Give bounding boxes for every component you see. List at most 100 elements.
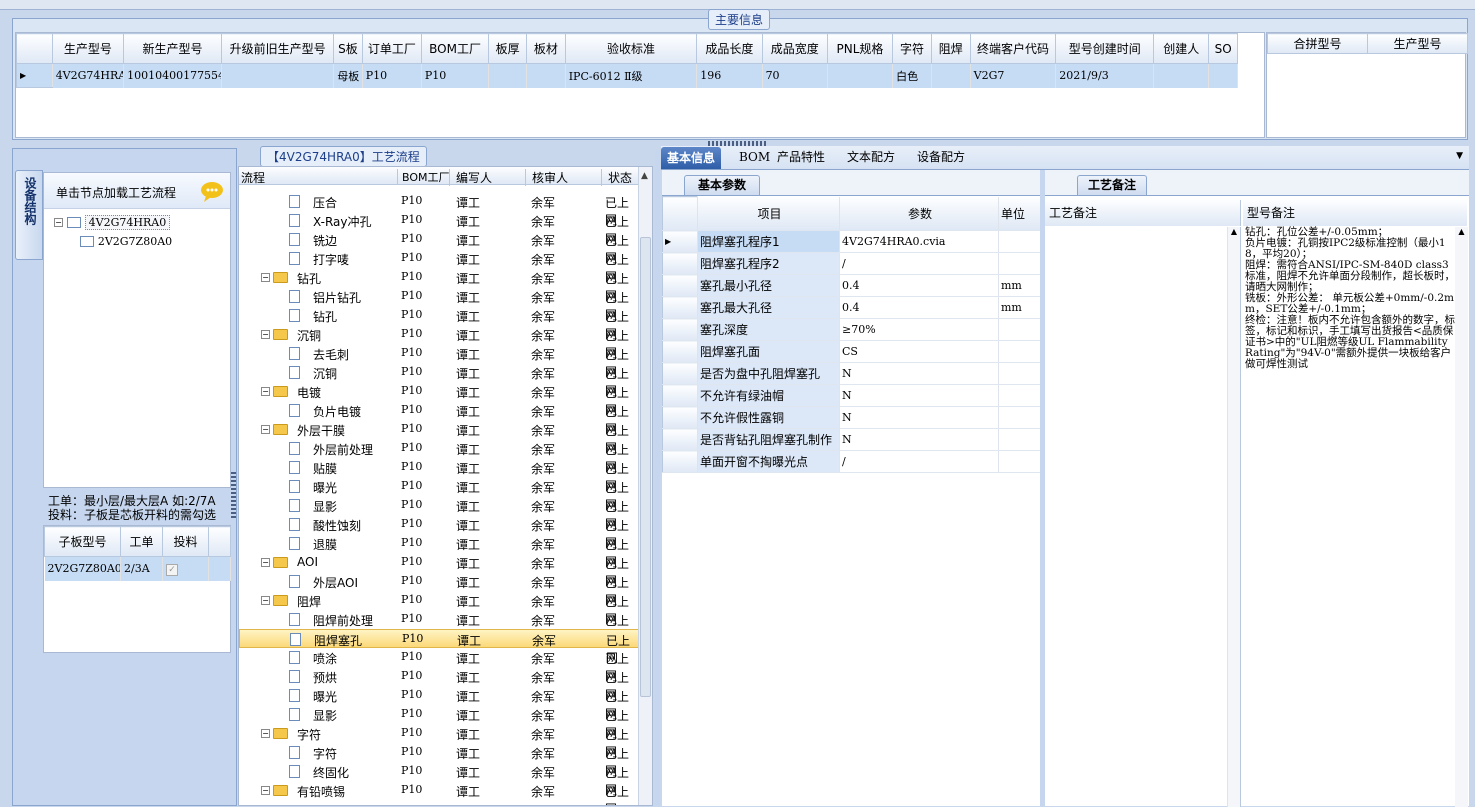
flow-step-row[interactable]: 显影 P10 谭工 余军 已上网: [239, 705, 639, 740]
param-unit-cell[interactable]: [998, 406, 1041, 429]
param-row[interactable]: 不允许有绿油帽 N: [662, 384, 1041, 407]
merge-model-header[interactable]: 合拼型号: [1267, 33, 1368, 54]
feed-header[interactable]: 投料: [162, 526, 209, 557]
flow-step-row[interactable]: 打字唛 P10 谭工 余军 已上网: [239, 249, 639, 284]
flow-step-row[interactable]: 压合 P10 谭工 余军 已上网: [239, 192, 639, 227]
param-row-indicator[interactable]: [662, 340, 698, 363]
collapse-icon[interactable]: −: [261, 558, 270, 567]
flow-scrollbar[interactable]: ▲: [638, 167, 652, 805]
param-row-indicator[interactable]: [662, 252, 698, 275]
bom-col-header[interactable]: BOM工厂: [397, 169, 450, 185]
collapse-icon[interactable]: −: [261, 729, 270, 738]
param-unit-cell[interactable]: [998, 318, 1041, 341]
main-cell[interactable]: [827, 63, 894, 88]
param-unit-cell[interactable]: [998, 384, 1041, 407]
merge-model-grid[interactable]: 合拼型号 生产型号: [1266, 32, 1468, 138]
param-row-indicator[interactable]: [662, 428, 698, 451]
scroll-up-icon[interactable]: ▲: [641, 171, 648, 181]
main-col-header[interactable]: 板厚: [488, 33, 527, 64]
param-row[interactable]: 不允许假性露铜 N: [662, 406, 1041, 429]
tree-child-node[interactable]: 2V2G7Z80A0: [80, 234, 172, 248]
flow-step-row[interactable]: 铣边 P10 谭工 余军 已上网: [239, 230, 639, 265]
main-col-header[interactable]: 字符: [892, 33, 932, 64]
main-cell[interactable]: [1153, 63, 1210, 88]
main-cell[interactable]: [1208, 63, 1238, 88]
param-value-cell[interactable]: CS: [839, 340, 999, 363]
param-value-cell[interactable]: ≥70%: [839, 318, 999, 341]
main-col-header[interactable]: 阻焊: [930, 33, 971, 64]
flow-group-row[interactable]: − 沉铜 P10 谭工 余军 已上网: [239, 325, 639, 360]
collapse-icon[interactable]: −: [261, 387, 270, 396]
param-col-header[interactable]: 参数: [839, 196, 999, 231]
param-item-cell[interactable]: 阻焊塞孔程序2: [697, 252, 840, 275]
main-cell[interactable]: [526, 63, 566, 88]
param-unit-cell[interactable]: mm: [998, 274, 1041, 297]
param-unit-cell[interactable]: [998, 340, 1041, 363]
flow-step-row[interactable]: 曝光 P10 谭工 余军 已上网: [239, 477, 639, 512]
flow-group-row[interactable]: − 外层干膜 P10 谭工 余军 已上网: [239, 420, 639, 455]
tab-basic-info[interactable]: 基本信息: [661, 147, 722, 169]
notes-grid[interactable]: 工艺备注 型号备注 ▲ 钻孔：孔位公差+/-0.05mm； 负片电镀：孔铜按IP…: [1045, 195, 1469, 807]
main-cell[interactable]: 196: [696, 63, 763, 88]
flow-tree-grid[interactable]: 流程 BOM工厂 编写人 核审人 状态 压合 P10 谭工 余军 已上网 X-Ray冲孔 P…: [238, 166, 653, 806]
param-row-indicator[interactable]: [662, 384, 698, 407]
main-cell[interactable]: 70: [762, 63, 828, 88]
main-cell[interactable]: [221, 63, 335, 88]
checker-col-header[interactable]: 核审人: [525, 169, 568, 186]
feed-checkbox[interactable]: ✓: [162, 556, 209, 581]
status-col-header[interactable]: 状态: [601, 169, 632, 186]
sub-board-model-cell[interactable]: 2V2G7Z80A0: [44, 556, 121, 581]
main-col-header[interactable]: 板材: [525, 33, 566, 64]
param-value-cell[interactable]: 0.4: [839, 274, 999, 297]
param-row[interactable]: 是否背钻孔阻焊塞孔制作 N: [662, 428, 1041, 451]
param-grid-corner[interactable]: [662, 196, 698, 231]
tab-text-recipe[interactable]: 文本配方: [841, 146, 901, 168]
sub-board-grid[interactable]: 子板型号 工单 投料 2V2G7Z80A0 2/3A ✓: [43, 525, 231, 653]
flow-step-row[interactable]: 终固化 P10 谭工 余军 已上网: [239, 762, 639, 797]
param-unit-cell[interactable]: [998, 252, 1041, 275]
param-row[interactable]: 是否为盘中孔阻焊塞孔 N: [662, 362, 1041, 385]
process-note-header[interactable]: 工艺备注: [1045, 200, 1241, 226]
grid-corner[interactable]: [16, 33, 53, 64]
flow-group-row[interactable]: − 电镀 P10 谭工 余军 已上网: [239, 382, 639, 417]
flow-step-row[interactable]: 沉铜 P10 谭工 余军 已上网: [239, 363, 639, 398]
param-value-cell[interactable]: N: [839, 406, 999, 429]
flow-step-row[interactable]: X-Ray冲孔 P10 谭工 余军 已上网: [239, 211, 639, 246]
main-col-header[interactable]: 终端客户代码: [969, 33, 1057, 64]
vertical-splitter[interactable]: [231, 470, 236, 518]
flow-step-row[interactable]: 去毛刺 P10 谭工 余军 已上网: [239, 344, 639, 379]
flow-step-row[interactable]: 字符 P10 谭工 余军 已上网: [239, 743, 639, 778]
param-row[interactable]: 阻焊塞孔程序2/: [662, 252, 1041, 275]
param-unit-cell[interactable]: [998, 362, 1041, 385]
flow-step-row[interactable]: 喷涂 P10 谭工 余军 已上网: [239, 648, 639, 683]
main-col-header[interactable]: S板: [333, 33, 363, 64]
tab-bom[interactable]: BOM: [733, 146, 776, 168]
param-row-indicator[interactable]: [662, 362, 698, 385]
flow-step-row[interactable]: 钻孔 P10 谭工 余军 已上网: [239, 306, 639, 341]
param-unit-cell[interactable]: [998, 230, 1041, 253]
param-value-cell[interactable]: N: [839, 362, 999, 385]
param-value-cell[interactable]: N: [839, 428, 999, 451]
unit-col-header[interactable]: 单位: [998, 196, 1041, 231]
param-item-cell[interactable]: 不允许假性露铜: [697, 406, 840, 429]
main-col-header[interactable]: BOM工厂: [420, 33, 490, 64]
process-note-cell[interactable]: [1045, 227, 1228, 807]
param-row-indicator[interactable]: ▶: [662, 230, 698, 253]
work-order-cell[interactable]: 2/3A: [120, 556, 163, 581]
param-grid[interactable]: 项目 参数 单位 ▶ 阻焊塞孔程序1 4V2G74HRA0.cvia 阻焊塞孔程序2/…: [662, 195, 1041, 806]
param-value-cell[interactable]: 0.4: [839, 296, 999, 319]
param-value-cell[interactable]: 4V2G74HRA0.cvia: [839, 230, 999, 253]
main-col-header[interactable]: 订单工厂: [361, 33, 422, 64]
flow-col-header[interactable]: 流程: [241, 169, 265, 186]
collapse-icon[interactable]: −: [261, 596, 270, 605]
param-item-cell[interactable]: 塞孔最大孔径: [697, 296, 840, 319]
main-cell[interactable]: 母板: [333, 63, 363, 88]
main-cell[interactable]: V2G7: [970, 63, 1057, 88]
collapse-icon[interactable]: −: [261, 273, 270, 282]
row-indicator[interactable]: ▶: [16, 63, 53, 88]
flow-step-row[interactable]: 铝片钻孔 P10 谭工 余军 已上网: [239, 287, 639, 322]
param-item-cell[interactable]: 阻焊塞孔程序1: [697, 230, 840, 253]
model-note-text[interactable]: 钻孔：孔位公差+/-0.05mm； 负片电镀：孔铜按IPC2级标准控制（最小18…: [1245, 227, 1455, 807]
param-row[interactable]: 阻焊塞孔面 CS: [662, 340, 1041, 363]
flow-group-row[interactable]: − 阻焊 P10 谭工 余军 已上网: [239, 591, 639, 626]
